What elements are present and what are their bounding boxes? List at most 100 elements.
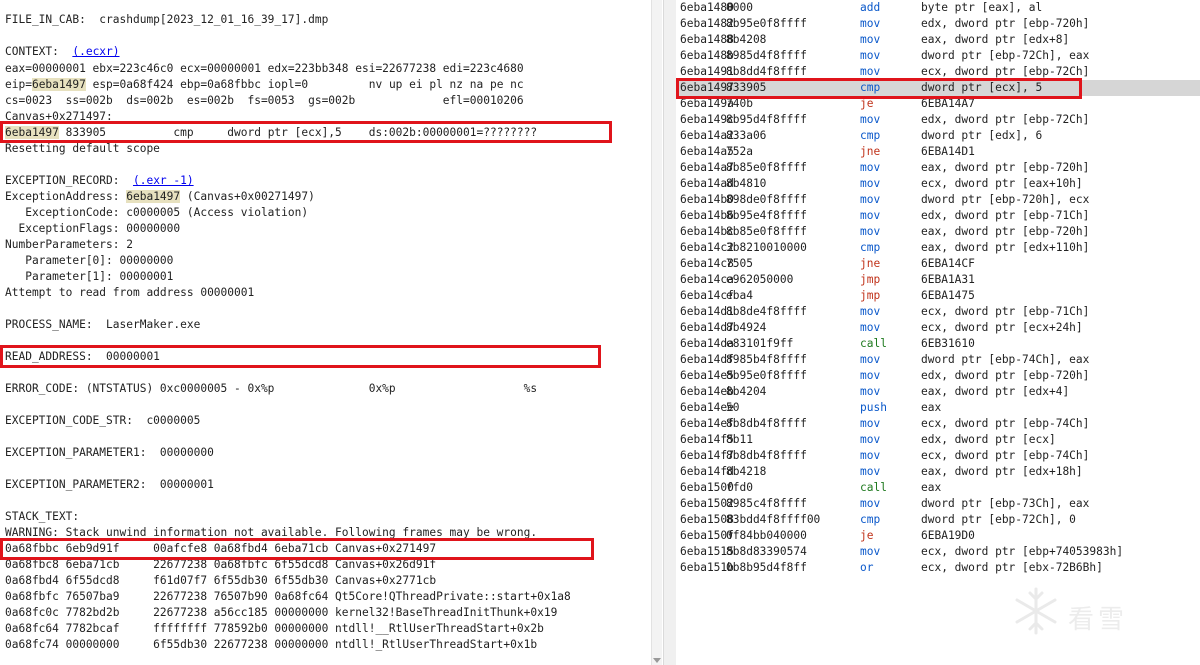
disasm-mnemonic: mov [860,465,881,478]
disasm-bytes: 8b95e4f8ffff [726,209,807,222]
stack-frame: 0a68fc64 7782bcaf ffffffff 778592b0 0000… [5,622,544,635]
disasm-operands: dword ptr [edx], 6 [921,129,1043,142]
disasm-mnemonic: mov [860,177,881,190]
disasm-row[interactable]: 6eba1508 83bdd4f8ffff00 cmp dword ptr [ebp-… [676,512,1200,528]
disasm-mnemonic: mov [860,17,881,30]
error-code: ERROR_CODE: (NTSTATUS) 0xc0000005 - 0x%p… [5,382,538,395]
disasm-bytes: 898de0f8ffff [726,193,807,206]
disasm-row[interactable]: 6eba14bc 8b85e0f8ffff mov eax, dword ptr [e… [676,224,1200,240]
disasm-mnemonic: mov [860,49,881,62]
disasm-row[interactable]: 6eba14fd 8b4218 mov eax, dword ptr [edx+18h… [676,464,1200,480]
exception-record-label: EXCEPTION_RECORD: [5,174,133,187]
pane-divider[interactable] [663,0,677,665]
process-name: PROCESS_NAME: LaserMaker.exe [5,318,201,331]
disasm-row[interactable]: 6eba14b6 8b95e4f8ffff mov edx, dword ptr [e… [676,208,1200,224]
ecxr-link[interactable]: (.ecxr) [72,45,119,58]
disasm-row[interactable]: 6eba149c 8b95d4f8ffff mov edx, dword ptr [e… [676,112,1200,128]
disasm-operands: eax, dword ptr [edx+4] [921,385,1070,398]
stack-frame: 0a68fc0c 7782bd2b 22677238 a56cc185 0000… [5,606,558,619]
disasm-bytes: 8b8d83390574 [726,545,807,558]
disasm-mnemonic: cmp [860,129,881,142]
disasm-mnemonic: jne [860,257,881,270]
disasm-operands: ecx, dword ptr [ebp-74Ch] [921,417,1090,430]
exception-parameter2: EXCEPTION_PARAMETER2: 00000001 [5,478,214,491]
stack-frame-highlight-box [0,538,594,560]
disasm-row[interactable]: 6eba1480 0000 add byte ptr [eax], al [676,0,1200,16]
disasm-operands: dword ptr [ebp-73Ch], eax [921,497,1090,510]
disasm-row[interactable]: 6eba14f7 8b8db4f8ffff mov ecx, dword ptr [e… [676,448,1200,464]
registers-line-2: eip=6eba1497 esp=0a68f424 ebp=0a68fbbc i… [5,77,524,93]
disasm-operands: dword ptr [ebp-74Ch], eax [921,353,1090,366]
disasm-mnemonic: mov [860,161,881,174]
disasm-mnemonic: jmp [860,273,881,286]
watermark: 看雪 [1010,585,1190,645]
read-address-highlight-box [0,345,601,368]
disasm-mnemonic: mov [860,321,881,334]
disasm-mnemonic: call [860,337,887,350]
disasm-row[interactable]: 6eba14f5 8b11 mov edx, dword ptr [ecx] [676,432,1200,448]
disasm-row[interactable]: 6eba151b 0b8b95d4f8ff or ecx, dword ptr [eb… [676,560,1200,576]
disasm-row[interactable]: 6eba14ad 8b4810 mov ecx, dword ptr [eax+10h… [676,176,1200,192]
disasm-row[interactable]: 6eba14cf eba4 jmp 6EBA1475 [676,288,1200,304]
disasm-mnemonic: mov [860,433,881,446]
disasm-bytes: 8b4204 [726,385,767,398]
disasm-operands: 6EB31610 [921,337,975,350]
disasm-bytes: 752a [726,145,753,158]
disasm-bytes: 8985d4f8ffff [726,49,807,62]
disasm-mnemonic: mov [860,209,881,222]
disasm-mnemonic: add [860,1,881,14]
disasm-row[interactable]: 6eba14e5 8b95e0f8ffff mov edx, dword ptr [e… [676,368,1200,384]
disasm-row[interactable]: 6eba14b0 898de0f8ffff mov dword ptr [ebp-72… [676,192,1200,208]
disasm-row[interactable]: 6eba1482 8b95e0f8ffff mov edx, dword ptr [e… [676,16,1200,32]
scroll-down-arrow-icon[interactable] [653,658,661,663]
dump-analysis-pane: FILE_IN_CAB: crashdump[2023_12_01_16_39_… [0,0,650,665]
disasm-row[interactable]: 6eba1488 8b4208 mov eax, dword ptr [edx+8] [676,32,1200,48]
disasm-row[interactable]: 6eba14df 8985b4f8ffff mov dword ptr [ebp-74… [676,352,1200,368]
disasm-row[interactable]: 6eba14ca e962050000 jmp 6EBA1A31 [676,272,1200,288]
disasm-operands: ecx, dword ptr [ecx+24h] [921,321,1083,334]
disasm-operands: ecx, dword ptr [ebp-74Ch] [921,449,1090,462]
disasm-mnemonic: mov [860,369,881,382]
disasm-operands: dword ptr [ebp-720h], ecx [921,193,1090,206]
disasm-row[interactable]: 6eba1515 8b8d83390574 mov ecx, dword ptr [e… [676,544,1200,560]
disasm-operands: byte ptr [eax], al [921,1,1043,14]
disasm-operands: 6EBA1A31 [921,273,975,286]
disasm-row[interactable]: 6eba14eb 8b4204 mov eax, dword ptr [edx+4] [676,384,1200,400]
stack-text-label: STACK_TEXT: [5,510,80,523]
disasm-mnemonic: or [860,561,874,574]
disasm-bytes: e962050000 [726,273,794,286]
disasm-bytes: ffd0 [726,481,753,494]
number-parameters: NumberParameters: 2 [5,238,133,251]
exception-code-str: EXCEPTION_CODE_STR: c0000005 [5,414,201,427]
disasm-mnemonic: mov [860,545,881,558]
disasm-row[interactable]: 6eba150f 0f84bb040000 je 6EBA19D0 [676,528,1200,544]
snowflake-icon [1015,587,1057,635]
disasm-row[interactable]: 6eba14a7 8b85e0f8ffff mov eax, dword ptr [e… [676,160,1200,176]
disasm-bytes: 8985c4f8ffff [726,497,807,510]
disasm-row[interactable]: 6eba1502 8985c4f8ffff mov dword ptr [ebp-73… [676,496,1200,512]
disasm-row[interactable]: 6eba148b 8985d4f8ffff mov dword ptr [ebp-72… [676,48,1200,64]
disasm-bytes: 8b4208 [726,33,767,46]
disasm-bytes: 8b85e0f8ffff [726,161,807,174]
exr-link[interactable]: (.exr -1) [133,174,194,187]
disasm-row[interactable]: 6eba14a2 833a06 cmp dword ptr [edx], 6 [676,128,1200,144]
left-pane-scrollbar[interactable] [651,0,662,665]
disasm-bytes: 833a06 [726,129,767,142]
disasm-bytes: 8b85e0f8ffff [726,225,807,238]
disasm-row[interactable]: 6eba14c2 3b8210010000 cmp eax, dword ptr [e… [676,240,1200,256]
disasm-row[interactable]: 6eba14a5 752a jne 6EBA14D1 [676,144,1200,160]
disasm-mnemonic: mov [860,305,881,318]
disasm-row[interactable]: 6eba14c8 7505 jne 6EBA14CF [676,256,1200,272]
disasm-row[interactable]: 6eba1500 ffd0 call eax [676,480,1200,496]
disasm-row[interactable]: 6eba14d7 8b4924 mov ecx, dword ptr [ecx+24h… [676,320,1200,336]
disasm-mnemonic: push [860,401,887,414]
disasm-row[interactable]: 6eba14d1 8b8de4f8ffff mov ecx, dword ptr [e… [676,304,1200,320]
disassembly-pane: 6eba1480 0000 add byte ptr [eax], al 6eba148… [676,0,1200,665]
disasm-bytes: 8b95e0f8ffff [726,369,807,382]
faulting-instruction-highlight-box [0,121,612,143]
disasm-row[interactable]: 6eba14ef 8b8db4f8ffff mov ecx, dword ptr [e… [676,416,1200,432]
disasm-row[interactable]: 6eba14da e83101f9ff call 6EB31610 [676,336,1200,352]
disasm-row[interactable]: 6eba14ee 50 push eax [676,400,1200,416]
disasm-current-instruction-box [676,78,1082,99]
watermark-text: 看雪 [1068,605,1129,635]
